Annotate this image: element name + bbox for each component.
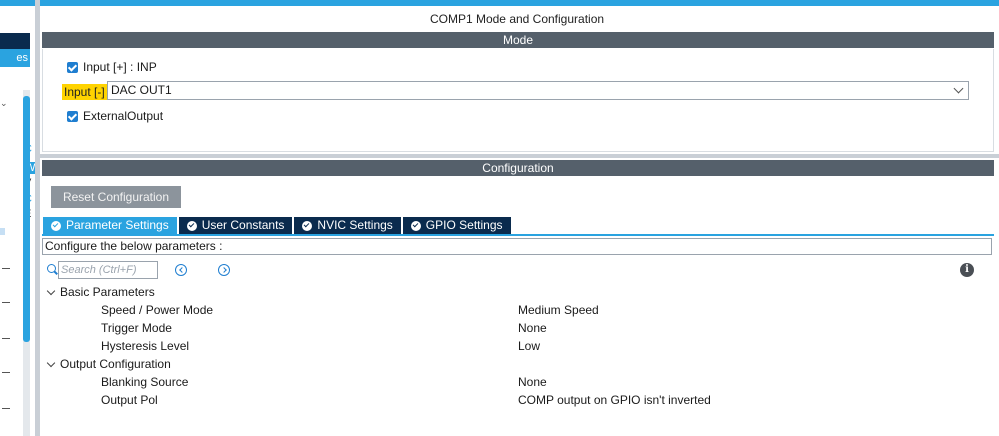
panel-title: COMP1 Mode and Configuration bbox=[429, 12, 605, 26]
next-result-icon[interactable] bbox=[218, 264, 230, 276]
top-accent-bar bbox=[40, 0, 999, 6]
tab-label: GPIO Settings bbox=[425, 218, 503, 232]
check-circle-icon bbox=[410, 220, 421, 231]
comp1-config-panel: COMP1 Mode and Configuration Mode Input … bbox=[40, 0, 999, 436]
input-minus-label: Input [-] bbox=[62, 84, 107, 100]
sidebar-header-bar bbox=[0, 33, 30, 49]
tab-label: NVIC Settings bbox=[317, 218, 393, 232]
previous-result-icon[interactable] bbox=[175, 264, 187, 276]
param-value[interactable]: None bbox=[518, 321, 547, 335]
mode-section bbox=[42, 49, 994, 152]
section-divider[interactable] bbox=[40, 154, 999, 158]
chevron-down-icon[interactable] bbox=[953, 83, 964, 94]
chevron-down-icon[interactable] bbox=[46, 358, 56, 367]
tree-line bbox=[2, 372, 10, 373]
tab-parameter-settings[interactable]: Parameter Settings bbox=[43, 217, 177, 234]
mode-header: Mode bbox=[42, 32, 994, 48]
tab-gpio-settings[interactable]: GPIO Settings bbox=[402, 217, 511, 234]
tab-underline bbox=[42, 234, 994, 236]
search-input[interactable] bbox=[58, 261, 158, 279]
param-name[interactable]: Blanking Source bbox=[101, 375, 188, 389]
left-sidebar: es ⌄ C W V C E bbox=[0, 0, 36, 436]
external-output-label: ExternalOutput bbox=[83, 109, 164, 123]
tree-line bbox=[2, 268, 10, 269]
sidebar-active-tab[interactable]: es bbox=[0, 49, 30, 67]
param-name[interactable]: Output Pol bbox=[101, 393, 158, 407]
info-icon[interactable]: i bbox=[960, 263, 974, 277]
check-circle-icon bbox=[186, 220, 197, 231]
input-plus-row: Input [+] : INP bbox=[67, 60, 157, 74]
tab-label: Parameter Settings bbox=[66, 218, 169, 232]
chevron-down-icon[interactable] bbox=[46, 286, 56, 295]
param-name[interactable]: Speed / Power Mode bbox=[101, 303, 213, 317]
input-plus-label: Input [+] : INP bbox=[83, 60, 157, 74]
check-circle-icon bbox=[51, 220, 61, 231]
input-minus-value: DAC OUT1 bbox=[111, 83, 172, 97]
check-circle-icon bbox=[302, 220, 313, 231]
param-value[interactable]: Medium Speed bbox=[518, 303, 599, 317]
tree-line bbox=[2, 302, 10, 303]
sidebar-selection-marker bbox=[0, 228, 5, 235]
external-output-checkbox[interactable] bbox=[67, 110, 78, 122]
chevron-down-icon[interactable]: ⌄ bbox=[0, 98, 8, 109]
param-name[interactable]: Trigger Mode bbox=[101, 321, 172, 335]
tab-nvic-settings[interactable]: NVIC Settings bbox=[294, 217, 401, 234]
tab-label: User Constants bbox=[201, 218, 285, 232]
tab-user-constants[interactable]: User Constants bbox=[178, 217, 293, 234]
group-label: Basic Parameters bbox=[60, 285, 155, 299]
search-icon[interactable] bbox=[47, 264, 56, 273]
sidebar-scrollbar-thumb[interactable] bbox=[23, 96, 30, 342]
tree-line bbox=[2, 408, 10, 409]
configure-description: Configure the below parameters : bbox=[42, 238, 992, 255]
param-value[interactable]: COMP output on GPIO isn't inverted bbox=[518, 393, 711, 407]
reset-configuration-button[interactable]: Reset Configuration bbox=[51, 186, 181, 208]
sidebar-top-accent bbox=[0, 0, 35, 6]
group-basic-parameters[interactable]: Basic Parameters bbox=[46, 285, 155, 299]
param-name[interactable]: Hysteresis Level bbox=[101, 339, 189, 353]
external-output-row: ExternalOutput bbox=[67, 109, 163, 123]
param-value[interactable]: Low bbox=[518, 339, 540, 353]
group-label: Output Configuration bbox=[60, 357, 171, 371]
input-plus-checkbox[interactable] bbox=[67, 61, 78, 73]
configuration-header: Configuration bbox=[42, 160, 994, 176]
group-output-configuration[interactable]: Output Configuration bbox=[46, 357, 171, 371]
tree-line bbox=[2, 338, 10, 339]
config-tabs: Parameter Settings User Constants NVIC S… bbox=[43, 217, 511, 234]
input-minus-select[interactable]: DAC OUT1 bbox=[107, 81, 969, 100]
param-value[interactable]: None bbox=[518, 375, 547, 389]
